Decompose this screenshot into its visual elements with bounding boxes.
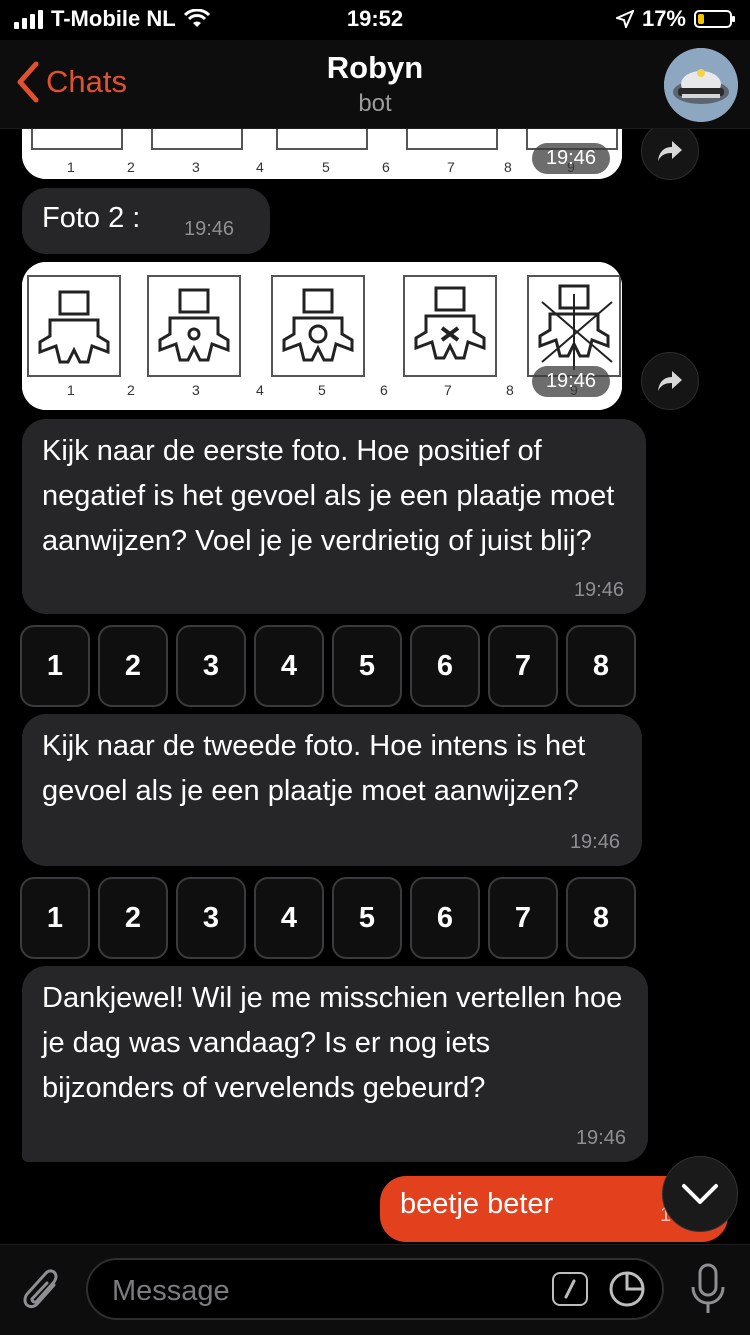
rating-button-2[interactable]: 2: [98, 877, 168, 959]
rating-button-4[interactable]: 4: [254, 625, 324, 707]
message-text: Kijk naar de tweede foto. Hoe intens is …: [42, 730, 586, 807]
share-arrow-icon: [658, 371, 682, 391]
scale-number: 6: [380, 382, 388, 398]
microphone-icon[interactable]: [688, 1261, 728, 1317]
scale-number: 8: [506, 382, 514, 398]
photo2-time: 19:46: [184, 218, 235, 240]
bot-message-thanks[interactable]: Dankjewel! Wil je me misschien vertellen…: [22, 966, 648, 1162]
composer-bar: [0, 1244, 750, 1335]
photo2-label-bubble[interactable]: Foto 2 : 19:46: [22, 188, 270, 254]
chat-subtitle: bot: [358, 90, 392, 117]
bot-message-question-2[interactable]: Kijk naar de tweede foto. Hoe intens is …: [22, 714, 642, 866]
message-text: Kijk naar de eerste foto. Hoe positief o…: [42, 435, 615, 557]
message-input-field[interactable]: [86, 1258, 664, 1320]
bot-message-question-1[interactable]: Kijk naar de eerste foto. Hoe positief o…: [22, 419, 646, 614]
message-time: 19:46: [575, 1127, 626, 1149]
avatar[interactable]: [664, 48, 738, 122]
rating-button-5[interactable]: 5: [332, 877, 402, 959]
scroll-down-button[interactable]: [662, 1156, 738, 1232]
bot-command-button[interactable]: [552, 1272, 588, 1306]
message-time: 19:46: [569, 831, 620, 853]
rating-button-7[interactable]: 7: [488, 877, 558, 959]
scale-number: 7: [444, 382, 452, 398]
battery-percent: 17%: [641, 6, 686, 31]
scale-number: 3: [192, 159, 200, 175]
message-text: beetje beter: [400, 1188, 554, 1220]
status-bar: T-Mobile NL 19:52 17%: [0, 0, 750, 40]
scale-number: 6: [382, 159, 390, 175]
message-time: 19:46: [573, 579, 624, 601]
chevron-down-icon: [682, 1184, 718, 1204]
rating-button-1[interactable]: 1: [20, 625, 90, 707]
rating-button-8[interactable]: 8: [566, 625, 636, 707]
scale-number: 5: [322, 159, 330, 175]
rating-button-1[interactable]: 1: [20, 877, 90, 959]
rating-button-3[interactable]: 3: [176, 625, 246, 707]
scale-number: 2: [127, 159, 135, 175]
message-list[interactable]: 1 2 3 4 5 6 7 8 9 19:46 Foto 2 : 19:46: [0, 129, 750, 1244]
inline-keyboard-1: 1 2 3 4 5 6 7 8: [20, 625, 636, 707]
paperclip-icon[interactable]: [18, 1265, 64, 1315]
image-message-1[interactable]: 1 2 3 4 5 6 7 8 9 19:46: [22, 129, 622, 179]
rating-button-6[interactable]: 6: [410, 877, 480, 959]
slash-command-icon: [564, 1279, 576, 1299]
scale-number: 7: [447, 159, 455, 175]
chat-title[interactable]: Robyn: [0, 50, 750, 86]
message-input[interactable]: [110, 1268, 534, 1314]
share-arrow-icon: [658, 141, 682, 161]
photo2-label: Foto 2 :: [42, 202, 141, 234]
chat-header: Chats Robyn bot: [0, 40, 750, 129]
image-message-2[interactable]: 1 2 3 4 5 6 7 8 9 19:46: [22, 262, 622, 410]
status-right: 17%: [615, 6, 735, 32]
rating-button-4[interactable]: 4: [254, 877, 324, 959]
image-time: 19:46: [531, 366, 610, 397]
inline-keyboard-2: 1 2 3 4 5 6 7 8: [20, 877, 636, 959]
share-button[interactable]: [641, 352, 699, 410]
scale-number: 8: [504, 159, 512, 175]
rating-button-7[interactable]: 7: [488, 625, 558, 707]
scale-number: 1: [67, 159, 75, 175]
bot-avatar-icon: [664, 48, 738, 122]
scale-number: 1: [67, 382, 75, 398]
scale-number: 3: [192, 382, 200, 398]
scale-number: 2: [127, 382, 135, 398]
rating-button-6[interactable]: 6: [410, 625, 480, 707]
sticker-icon[interactable]: [608, 1270, 646, 1308]
share-button[interactable]: [641, 129, 699, 180]
scale-number: 4: [256, 159, 264, 175]
message-text: Dankjewel! Wil je me misschien vertellen…: [42, 982, 623, 1104]
scale-number: 4: [256, 382, 264, 398]
rating-button-3[interactable]: 3: [176, 877, 246, 959]
rating-button-2[interactable]: 2: [98, 625, 168, 707]
battery-icon: [694, 10, 735, 28]
location-icon: [615, 10, 634, 28]
image-time: 19:46: [531, 143, 610, 174]
rating-button-8[interactable]: 8: [566, 877, 636, 959]
rating-button-5[interactable]: 5: [332, 625, 402, 707]
scale-number: 5: [318, 382, 326, 398]
